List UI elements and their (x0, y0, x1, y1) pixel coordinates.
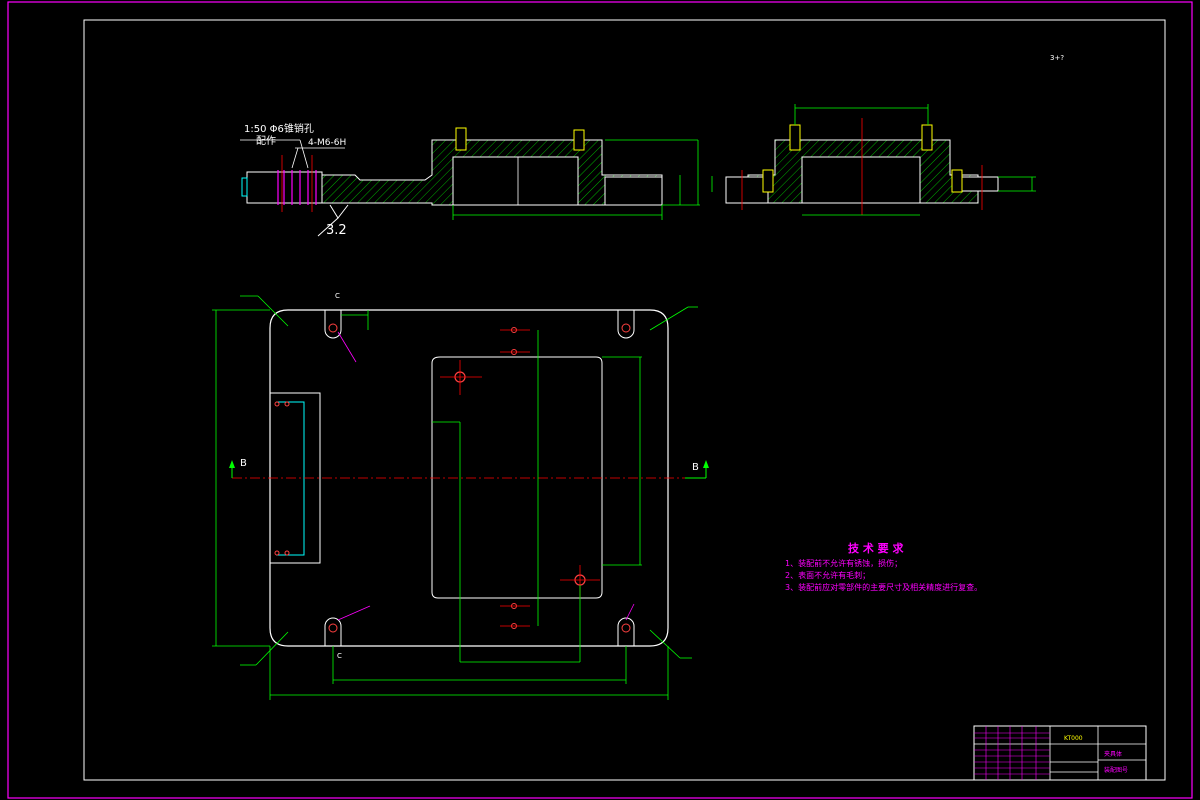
outer-border (7, 1, 1193, 799)
title-block: KT000 夹具体 装配图号 (973, 725, 1147, 781)
tech-req-item: 2、表面不允许有毛刺； (785, 570, 870, 580)
technical-requirements: 技 术 要 求 1、装配前不允许有锈蚀，损伤； 2、表面不允许有毛刺； 3、装配… (785, 541, 982, 592)
corner-label-c-bottom: C (337, 652, 342, 660)
tech-req-title: 技 术 要 求 (848, 541, 904, 555)
tech-req-item: 1、装配前不允许有锈蚀，损伤； (785, 558, 902, 568)
roughness-value: 3.2 (326, 223, 347, 238)
section-label-left: B (240, 458, 247, 469)
cad-drawing-canvas: 3+? 1:50 Φ6锥销孔 配作 4-M6-6H 3.2 B B C C 技 … (7, 1, 1193, 799)
corner-label-c-top: C (335, 292, 340, 300)
drawing-ref: 装配图号 (1104, 766, 1128, 774)
taper-pin-note: 1:50 Φ6锥销孔 (244, 122, 314, 135)
thread-note: 4-M6-6H (308, 138, 346, 148)
tech-req-item: 3、装配前应对零部件的主要尺寸及相关精度进行复查。 (785, 582, 982, 592)
section-label-right: B (692, 462, 699, 473)
top-right-note: 3+? (1050, 54, 1064, 62)
plan-view (212, 295, 709, 700)
drawing-number: KT000 (1064, 735, 1083, 742)
taper-pin-note-sub: 配作 (256, 135, 276, 147)
end-section-view (711, 104, 1036, 216)
part-name: 夹具体 (1104, 750, 1122, 758)
